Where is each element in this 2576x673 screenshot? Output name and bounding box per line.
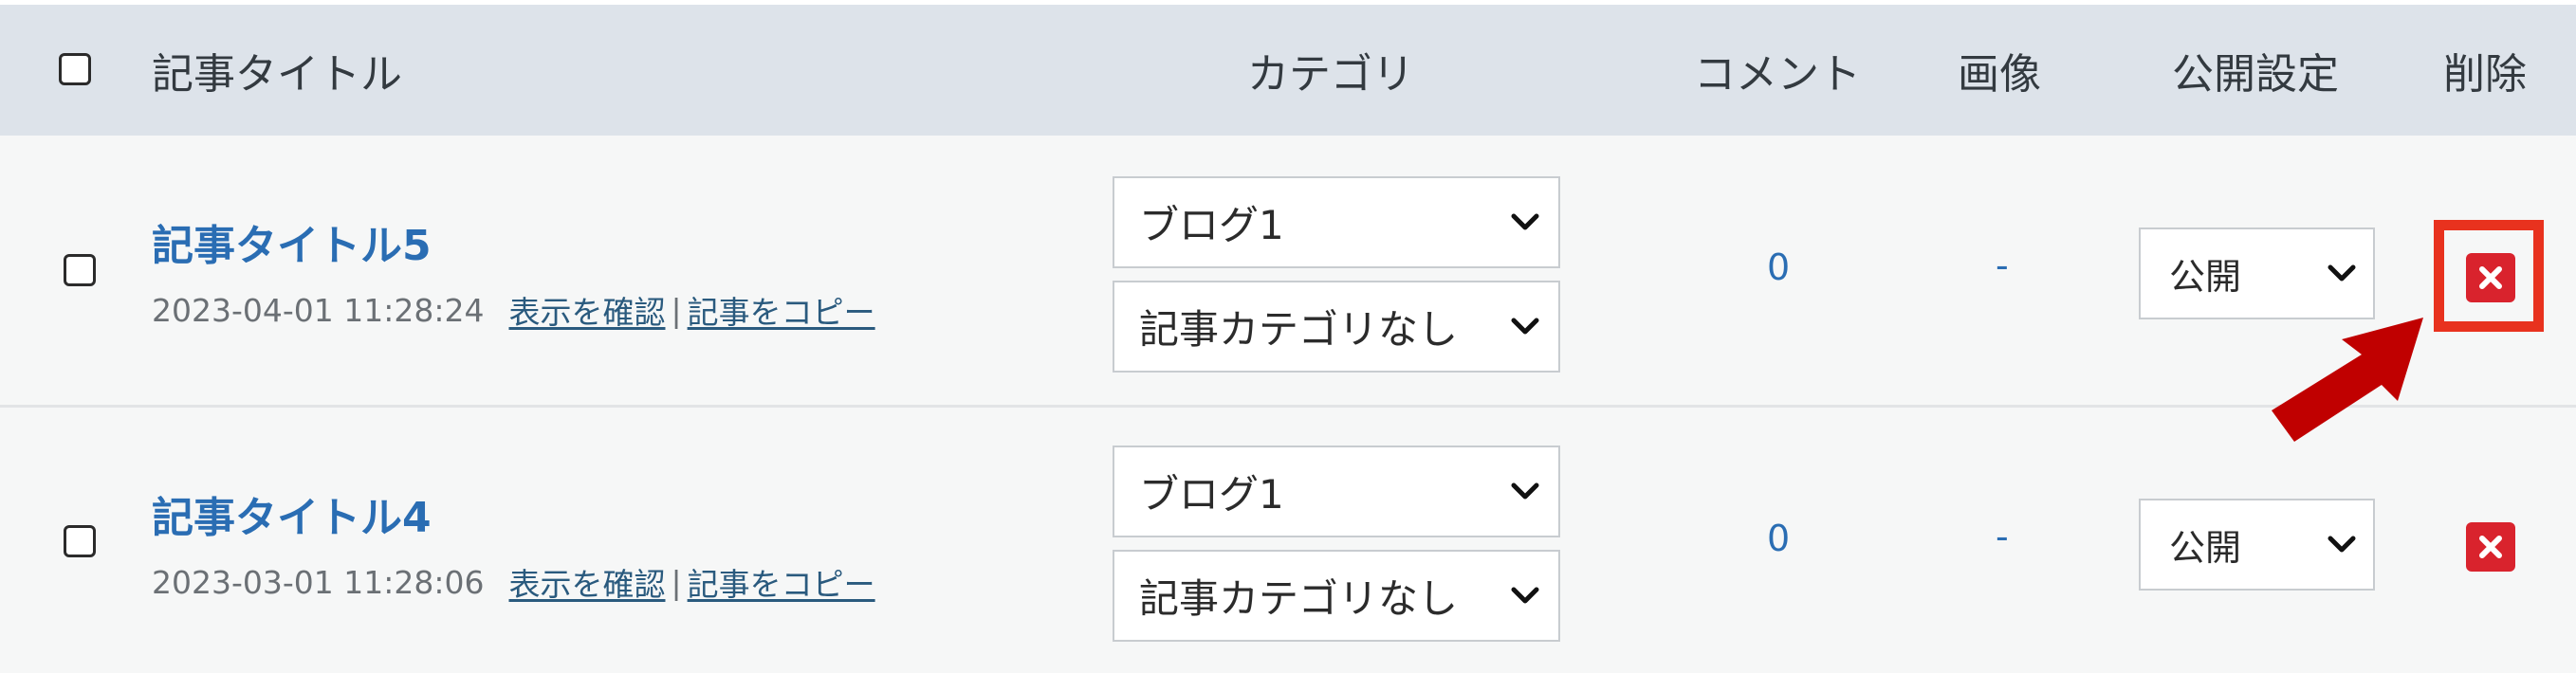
status-select-value: 公開 bbox=[2169, 256, 2242, 298]
comment-count[interactable]: 0 bbox=[1767, 518, 1790, 559]
category-select-value: 記事カテゴリなし bbox=[1139, 575, 1459, 622]
category-select[interactable]: 記事カテゴリなし bbox=[1113, 281, 1560, 373]
status-select-value: 公開 bbox=[2169, 527, 2242, 569]
blog-select[interactable]: ブログ1 bbox=[1113, 176, 1560, 268]
blog-select-value: ブログ1 bbox=[1139, 202, 1284, 248]
post-meta: 2023-04-01 11:28:24 表示を確認 | 記事をコピー bbox=[152, 287, 875, 333]
header-comments[interactable]: コメント bbox=[1694, 5, 1861, 136]
select-all-checkbox[interactable] bbox=[59, 53, 91, 85]
status-select[interactable]: 公開 bbox=[2139, 499, 2375, 591]
table-row: 記事タイトル5 2023-04-01 11:28:24 表示を確認 | 記事をコ… bbox=[0, 136, 2576, 405]
post-meta: 2023-03-01 11:28:06 表示を確認 | 記事をコピー bbox=[152, 559, 875, 605]
post-title-link[interactable]: 記事タイトル5 bbox=[152, 211, 432, 272]
posts-table: 記事タイトル カテゴリ コメント 画像 公開設定 削除 記事タイトル5 2023… bbox=[0, 0, 2576, 673]
image-indicator: - bbox=[1996, 516, 2009, 557]
image-indicator: - bbox=[1996, 245, 2009, 286]
chevron-down-icon bbox=[2326, 258, 2358, 290]
header-delete: 削除 bbox=[2443, 50, 2527, 99]
delete-button[interactable] bbox=[2466, 522, 2515, 572]
status-select[interactable]: 公開 bbox=[2139, 227, 2375, 319]
header-title[interactable]: 記事タイトル bbox=[152, 5, 402, 136]
link-separator: | bbox=[671, 291, 682, 329]
pointer-arrow-icon bbox=[2272, 318, 2423, 442]
category-select-value: 記事カテゴリなし bbox=[1139, 306, 1459, 353]
view-post-link[interactable]: 表示を確認 bbox=[508, 559, 665, 605]
chevron-down-icon bbox=[2326, 529, 2358, 561]
chevron-down-icon bbox=[1509, 207, 1541, 239]
header-category: カテゴリ bbox=[1247, 50, 1414, 99]
row-checkbox[interactable] bbox=[64, 525, 96, 557]
chevron-down-icon bbox=[1509, 311, 1541, 343]
table-row: 記事タイトル4 2023-03-01 11:28:06 表示を確認 | 記事をコ… bbox=[0, 408, 2576, 673]
category-select[interactable]: 記事カテゴリなし bbox=[1113, 550, 1560, 642]
table-header: 記事タイトル カテゴリ コメント 画像 公開設定 削除 bbox=[0, 0, 2576, 136]
blog-select-value: ブログ1 bbox=[1139, 471, 1284, 518]
post-title-link[interactable]: 記事タイトル4 bbox=[152, 483, 432, 544]
copy-post-link[interactable]: 記事をコピー bbox=[688, 287, 875, 333]
delete-x-icon bbox=[2479, 536, 2502, 558]
comment-count[interactable]: 0 bbox=[1767, 246, 1790, 288]
blog-select[interactable]: ブログ1 bbox=[1113, 446, 1560, 537]
header-status[interactable]: 公開設定 bbox=[2172, 5, 2339, 136]
header-image: 画像 bbox=[1958, 50, 2041, 99]
copy-post-link[interactable]: 記事をコピー bbox=[688, 559, 875, 605]
post-date: 2023-03-01 11:28:06 bbox=[152, 563, 485, 601]
link-separator: | bbox=[671, 563, 682, 601]
row-checkbox[interactable] bbox=[64, 254, 96, 286]
chevron-down-icon bbox=[1509, 476, 1541, 508]
highlight-box bbox=[2434, 220, 2544, 332]
chevron-down-icon bbox=[1509, 580, 1541, 612]
view-post-link[interactable]: 表示を確認 bbox=[508, 287, 665, 333]
post-date: 2023-04-01 11:28:24 bbox=[152, 291, 485, 329]
